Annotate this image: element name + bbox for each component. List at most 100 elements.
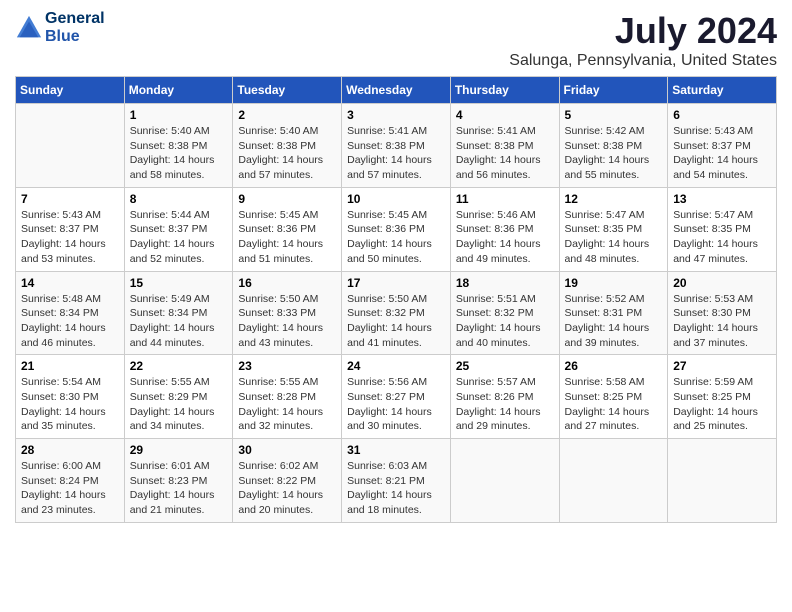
day-number: 3 xyxy=(347,108,445,122)
calendar-cell: 10Sunrise: 5:45 AMSunset: 8:36 PMDayligh… xyxy=(342,187,451,271)
calendar-cell: 2Sunrise: 5:40 AMSunset: 8:38 PMDaylight… xyxy=(233,104,342,188)
calendar-cell: 22 Sunrise: 5:55 AMSunset: 8:29 PMDayligh… xyxy=(124,355,233,439)
calendar-cell: 4 Sunrise: 5:41 AMSunset: 8:38 PMDaylight… xyxy=(450,104,559,188)
day-number: 28 xyxy=(21,443,119,457)
day-number: 23 xyxy=(238,359,336,373)
calendar-cell: 30Sunrise: 6:02 AMSunset: 8:22 PMDayligh… xyxy=(233,439,342,523)
day-number: 22 xyxy=(130,359,228,373)
day-number: 25 xyxy=(456,359,554,373)
calendar-cell: 15 Sunrise: 5:49 AMSunset: 8:34 PMDayligh… xyxy=(124,271,233,355)
day-info: Sunrise: 5:50 AMSunset: 8:33 PMDaylight:… xyxy=(238,292,336,351)
calendar-cell: 18 Sunrise: 5:51 AMSunset: 8:32 PMDayligh… xyxy=(450,271,559,355)
logo-icon xyxy=(15,14,43,42)
day-number: 8 xyxy=(130,192,228,206)
header: General Blue July 2024 Salunga, Pennsylv… xyxy=(15,10,777,70)
day-info: Sunrise: 5:53 AMSunset: 8:30 PMDaylight:… xyxy=(673,292,771,351)
calendar-cell: 7 Sunrise: 5:43 AMSunset: 8:37 PMDaylight… xyxy=(16,187,125,271)
day-number: 12 xyxy=(565,192,663,206)
day-number: 13 xyxy=(673,192,771,206)
day-number: 27 xyxy=(673,359,771,373)
day-number: 9 xyxy=(238,192,336,206)
calendar-cell xyxy=(16,104,125,188)
calendar-cell: 8 Sunrise: 5:44 AMSunset: 8:37 PMDaylight… xyxy=(124,187,233,271)
calendar-cell: 20 Sunrise: 5:53 AMSunset: 8:30 PMDayligh… xyxy=(668,271,777,355)
header-day-thursday: Thursday xyxy=(450,77,559,104)
day-info: Sunrise: 5:52 AMSunset: 8:31 PMDaylight:… xyxy=(565,292,663,351)
calendar-cell: 9 Sunrise: 5:45 AMSunset: 8:36 PMDaylight… xyxy=(233,187,342,271)
calendar-cell: 26 Sunrise: 5:58 AMSunset: 8:25 PMDayligh… xyxy=(559,355,668,439)
calendar-header-row: SundayMondayTuesdayWednesdayThursdayFrid… xyxy=(16,77,777,104)
day-number: 6 xyxy=(673,108,771,122)
day-info: Sunrise: 5:40 AMSunset: 8:38 PMDaylight:… xyxy=(238,124,336,183)
day-info: Sunrise: 5:48 AMSunset: 8:34 PMDaylight:… xyxy=(21,292,119,351)
day-info: Sunrise: 5:58 AMSunset: 8:25 PMDaylight:… xyxy=(565,375,663,434)
calendar-cell: 5 Sunrise: 5:42 AMSunset: 8:38 PMDaylight… xyxy=(559,104,668,188)
day-number: 4 xyxy=(456,108,554,122)
header-day-monday: Monday xyxy=(124,77,233,104)
day-number: 31 xyxy=(347,443,445,457)
day-number: 17 xyxy=(347,276,445,290)
day-number: 20 xyxy=(673,276,771,290)
day-info: Sunrise: 5:49 AMSunset: 8:34 PMDaylight:… xyxy=(130,292,228,351)
title-area: July 2024 Salunga, Pennsylvania, United … xyxy=(509,10,777,70)
calendar-cell: 29 Sunrise: 6:01 AMSunset: 8:23 PMDayligh… xyxy=(124,439,233,523)
day-info: Sunrise: 5:40 AMSunset: 8:38 PMDaylight:… xyxy=(130,124,228,183)
day-info: Sunrise: 6:01 AMSunset: 8:23 PMDaylight:… xyxy=(130,459,228,518)
day-info: Sunrise: 5:41 AMSunset: 8:38 PMDaylight:… xyxy=(347,124,445,183)
day-info: Sunrise: 5:45 AMSunset: 8:36 PMDaylight:… xyxy=(347,208,445,267)
day-number: 14 xyxy=(21,276,119,290)
header-day-tuesday: Tuesday xyxy=(233,77,342,104)
calendar-cell: 17 Sunrise: 5:50 AMSunset: 8:32 PMDayligh… xyxy=(342,271,451,355)
day-info: Sunrise: 5:45 AMSunset: 8:36 PMDaylight:… xyxy=(238,208,336,267)
calendar-cell: 31 Sunrise: 6:03 AMSunset: 8:21 PMDayligh… xyxy=(342,439,451,523)
day-info: Sunrise: 5:41 AMSunset: 8:38 PMDaylight:… xyxy=(456,124,554,183)
day-info: Sunrise: 6:03 AMSunset: 8:21 PMDaylight:… xyxy=(347,459,445,518)
calendar-subtitle: Salunga, Pennsylvania, United States xyxy=(509,52,777,70)
header-day-wednesday: Wednesday xyxy=(342,77,451,104)
day-number: 15 xyxy=(130,276,228,290)
day-info: Sunrise: 5:43 AMSunset: 8:37 PMDaylight:… xyxy=(21,208,119,267)
calendar-cell: 23 Sunrise: 5:55 AMSunset: 8:28 PMDayligh… xyxy=(233,355,342,439)
day-info: Sunrise: 5:44 AMSunset: 8:37 PMDaylight:… xyxy=(130,208,228,267)
header-day-sunday: Sunday xyxy=(16,77,125,104)
day-number: 11 xyxy=(456,192,554,206)
day-number: 5 xyxy=(565,108,663,122)
week-row-5: 28 Sunrise: 6:00 AMSunset: 8:24 PMDayligh… xyxy=(16,439,777,523)
day-info: Sunrise: 5:55 AMSunset: 8:29 PMDaylight:… xyxy=(130,375,228,434)
calendar-cell: 27 Sunrise: 5:59 AMSunset: 8:25 PMDayligh… xyxy=(668,355,777,439)
calendar-cell: 1Sunrise: 5:40 AMSunset: 8:38 PMDaylight… xyxy=(124,104,233,188)
day-number: 16 xyxy=(238,276,336,290)
calendar-cell: 6 Sunrise: 5:43 AMSunset: 8:37 PMDaylight… xyxy=(668,104,777,188)
day-number: 18 xyxy=(456,276,554,290)
calendar-cell: 21Sunrise: 5:54 AMSunset: 8:30 PMDayligh… xyxy=(16,355,125,439)
logo: General Blue xyxy=(15,10,105,47)
calendar-cell: 11Sunrise: 5:46 AMSunset: 8:36 PMDayligh… xyxy=(450,187,559,271)
day-info: Sunrise: 5:42 AMSunset: 8:38 PMDaylight:… xyxy=(565,124,663,183)
calendar-cell xyxy=(559,439,668,523)
day-info: Sunrise: 5:55 AMSunset: 8:28 PMDaylight:… xyxy=(238,375,336,434)
day-number: 29 xyxy=(130,443,228,457)
day-info: Sunrise: 5:59 AMSunset: 8:25 PMDaylight:… xyxy=(673,375,771,434)
calendar-cell: 24Sunrise: 5:56 AMSunset: 8:27 PMDayligh… xyxy=(342,355,451,439)
day-number: 19 xyxy=(565,276,663,290)
header-day-friday: Friday xyxy=(559,77,668,104)
calendar-cell: 14 Sunrise: 5:48 AMSunset: 8:34 PMDayligh… xyxy=(16,271,125,355)
week-row-2: 7 Sunrise: 5:43 AMSunset: 8:37 PMDaylight… xyxy=(16,187,777,271)
day-info: Sunrise: 6:00 AMSunset: 8:24 PMDaylight:… xyxy=(21,459,119,518)
day-info: Sunrise: 6:02 AMSunset: 8:22 PMDaylight:… xyxy=(238,459,336,518)
calendar-cell: 19 Sunrise: 5:52 AMSunset: 8:31 PMDayligh… xyxy=(559,271,668,355)
day-number: 24 xyxy=(347,359,445,373)
calendar-cell: 13Sunrise: 5:47 AMSunset: 8:35 PMDayligh… xyxy=(668,187,777,271)
calendar-body: 1Sunrise: 5:40 AMSunset: 8:38 PMDaylight… xyxy=(16,104,777,523)
week-row-4: 21Sunrise: 5:54 AMSunset: 8:30 PMDayligh… xyxy=(16,355,777,439)
day-info: Sunrise: 5:50 AMSunset: 8:32 PMDaylight:… xyxy=(347,292,445,351)
day-number: 26 xyxy=(565,359,663,373)
calendar-title: July 2024 xyxy=(509,10,777,52)
day-number: 7 xyxy=(21,192,119,206)
calendar-cell: 28 Sunrise: 6:00 AMSunset: 8:24 PMDayligh… xyxy=(16,439,125,523)
logo-text: General Blue xyxy=(45,10,105,47)
calendar-cell: 16 Sunrise: 5:50 AMSunset: 8:33 PMDayligh… xyxy=(233,271,342,355)
day-info: Sunrise: 5:51 AMSunset: 8:32 PMDaylight:… xyxy=(456,292,554,351)
day-info: Sunrise: 5:43 AMSunset: 8:37 PMDaylight:… xyxy=(673,124,771,183)
week-row-1: 1Sunrise: 5:40 AMSunset: 8:38 PMDaylight… xyxy=(16,104,777,188)
